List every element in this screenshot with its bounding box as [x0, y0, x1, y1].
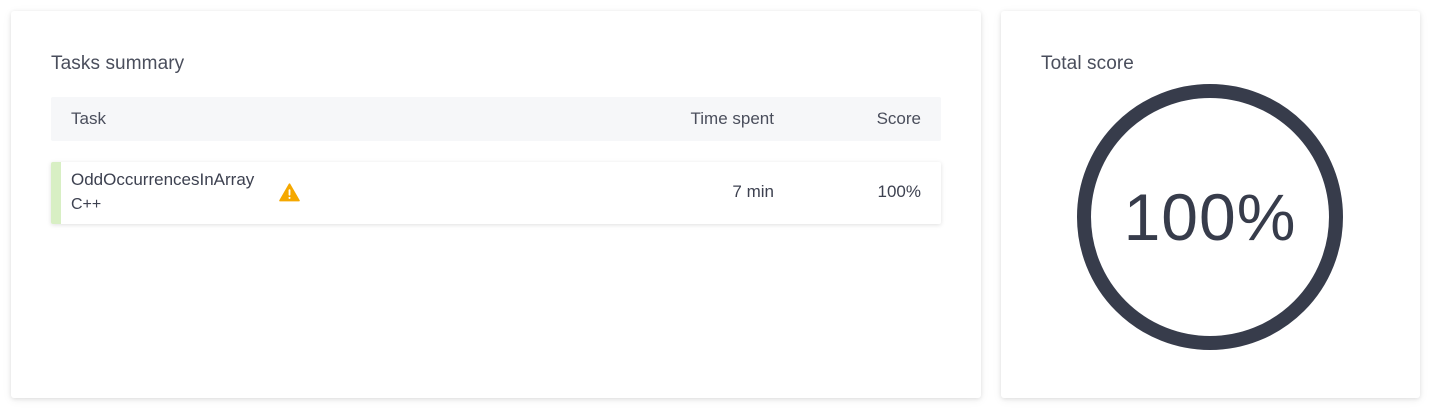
row-status-accent: [51, 162, 61, 224]
table-row[interactable]: OddOccurrencesInArray C++ 7 min 100%: [51, 162, 941, 224]
table-header: Task Time spent Score: [51, 97, 941, 141]
total-score-card: Total score 100%: [1001, 11, 1420, 398]
column-header-time-spent: Time spent: [690, 109, 774, 128]
tasks-summary-card: Tasks summary Task Time spent Score OddO…: [11, 11, 981, 398]
task-score: 100%: [877, 182, 921, 201]
total-score-value: 100%: [1123, 180, 1297, 254]
task-name[interactable]: OddOccurrencesInArray: [71, 170, 254, 190]
total-score-title: Total score: [1041, 53, 1134, 74]
warning-icon[interactable]: [279, 183, 300, 202]
tasks-summary-title: Tasks summary: [51, 53, 185, 74]
column-header-score: Score: [876, 109, 921, 128]
task-time-spent: 7 min: [732, 182, 774, 201]
column-header-task: Task: [71, 109, 106, 128]
task-language: C++: [71, 196, 102, 213]
